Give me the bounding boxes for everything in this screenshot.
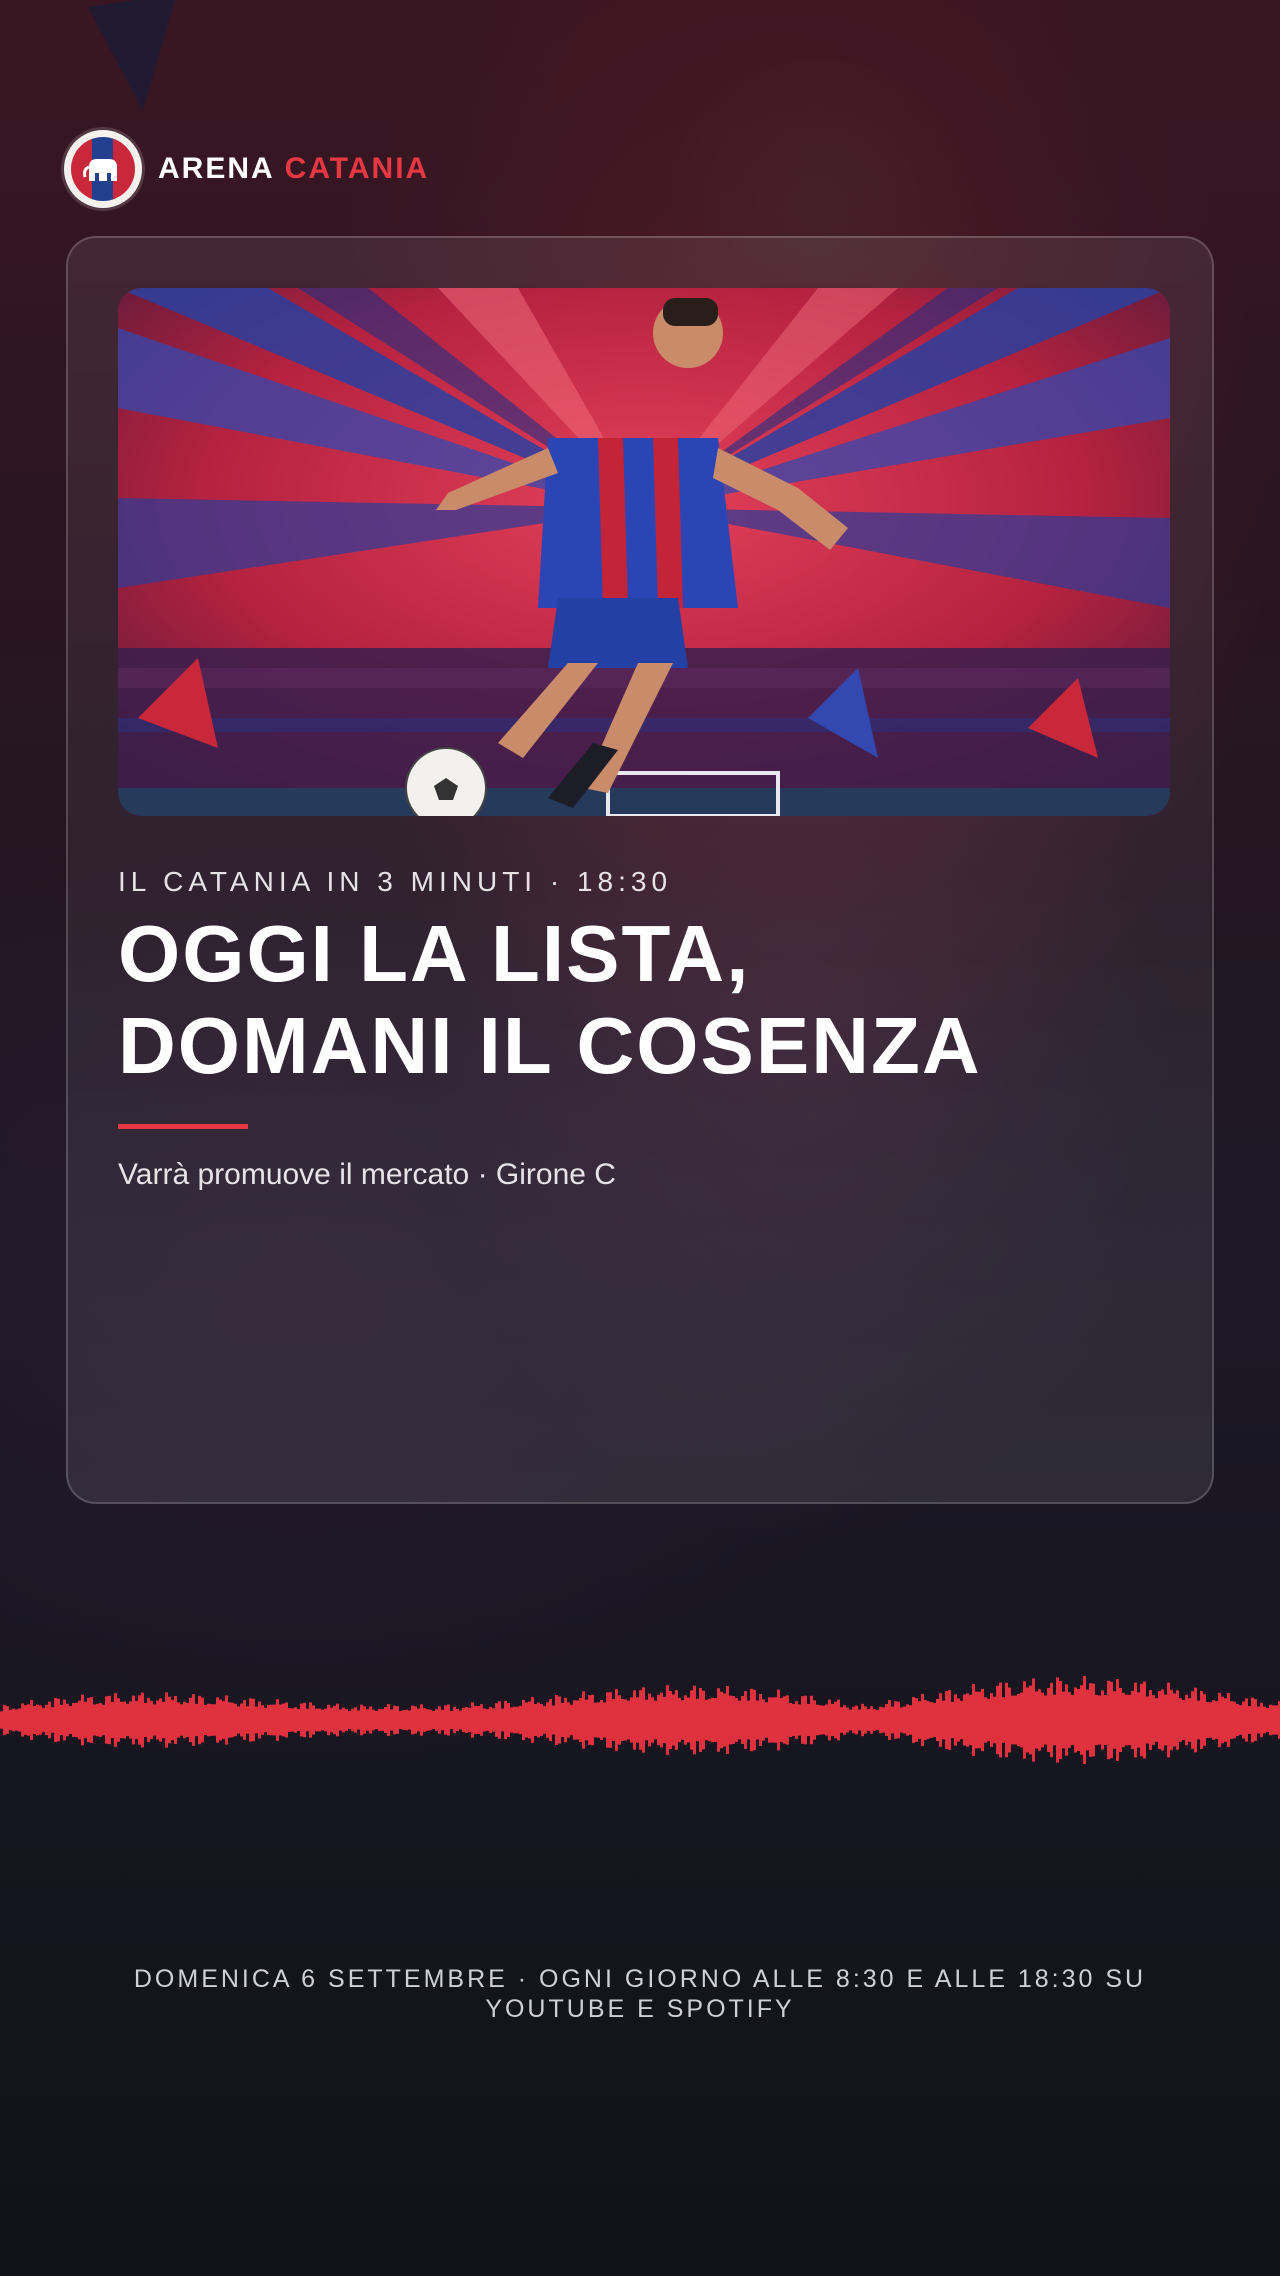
hero-image [118, 288, 1170, 816]
brand-name-primary: ARENA [158, 152, 275, 185]
brand-name: ARENA CATANIA [158, 152, 429, 186]
brand-name-accent: CATANIA [284, 152, 430, 185]
header: ARENA CATANIA [64, 130, 429, 208]
title-divider [118, 1124, 248, 1129]
club-crest-icon [64, 130, 142, 208]
background-triangle [87, 0, 193, 116]
episode-title: OGGI LA LISTA, DOMANI IL COSENZA [118, 908, 1158, 1092]
episode-subtitle: Varrà promuove il mercato · Girone C [118, 1158, 616, 1191]
episode-card: IL CATANIA IN 3 MINUTI · 18:30 OGGI LA L… [66, 236, 1214, 1504]
schedule-footer: DOMENICA 6 SETTEMBRE · OGNI GIORNO ALLE … [80, 1964, 1200, 2024]
episode-title-line-2: DOMANI IL COSENZA [118, 1001, 982, 1090]
episode-kicker: IL CATANIA IN 3 MINUTI · 18:30 [118, 866, 673, 897]
audio-waveform [0, 1675, 1280, 1765]
schedule-line-2: YOUTUBE E SPOTIFY [485, 1995, 795, 2023]
schedule-line-1: DOMENICA 6 SETTEMBRE · OGNI GIORNO ALLE … [133, 1965, 1147, 1993]
episode-title-line-1: OGGI LA LISTA, [118, 909, 751, 998]
